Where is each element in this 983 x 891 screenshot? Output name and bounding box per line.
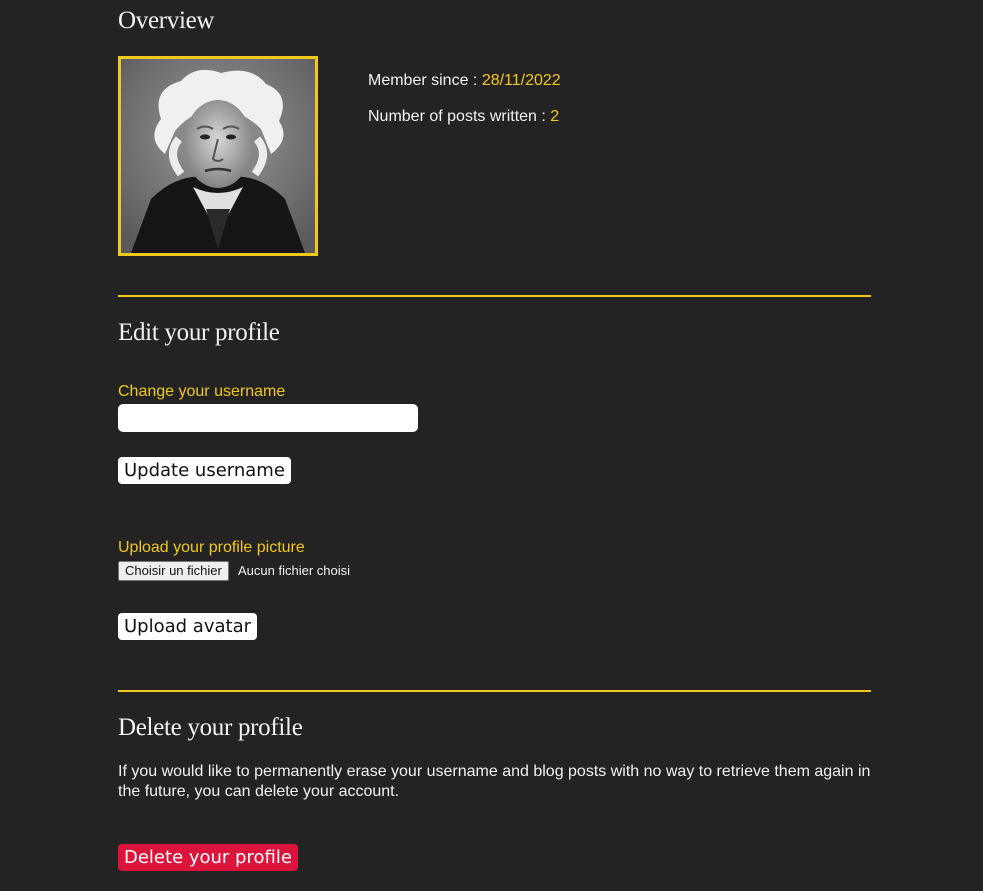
member-since: Member since : 28/11/2022: [368, 72, 561, 90]
update-username-button[interactable]: Update username: [118, 457, 291, 484]
member-since-value: 28/11/2022: [481, 72, 561, 89]
username-input[interactable]: [118, 404, 418, 432]
profile-avatar: [118, 56, 318, 256]
upload-avatar-button[interactable]: Upload avatar: [118, 613, 257, 640]
delete-profile-heading: Delete your profile: [118, 714, 303, 741]
posts-count-value: 2: [550, 108, 560, 125]
avatar-portrait-image: [121, 59, 315, 253]
delete-profile-button[interactable]: Delete your profile: [118, 844, 298, 871]
section-divider: [118, 295, 871, 297]
posts-count: Number of posts written : 2: [368, 108, 559, 126]
edit-profile-heading: Edit your profile: [118, 319, 280, 346]
upload-picture-label: Upload your profile picture: [118, 539, 305, 556]
overview-heading: Overview: [118, 7, 215, 34]
username-label: Change your username: [118, 383, 286, 400]
section-divider: [118, 690, 871, 692]
file-status-text: Aucun fichier choisi: [238, 563, 350, 578]
delete-description: If you would like to permanently erase y…: [118, 763, 871, 800]
posts-count-label: Number of posts written :: [368, 108, 551, 125]
member-since-label: Member since :: [368, 72, 482, 89]
choose-file-button[interactable]: Choisir un fichier: [118, 561, 229, 581]
